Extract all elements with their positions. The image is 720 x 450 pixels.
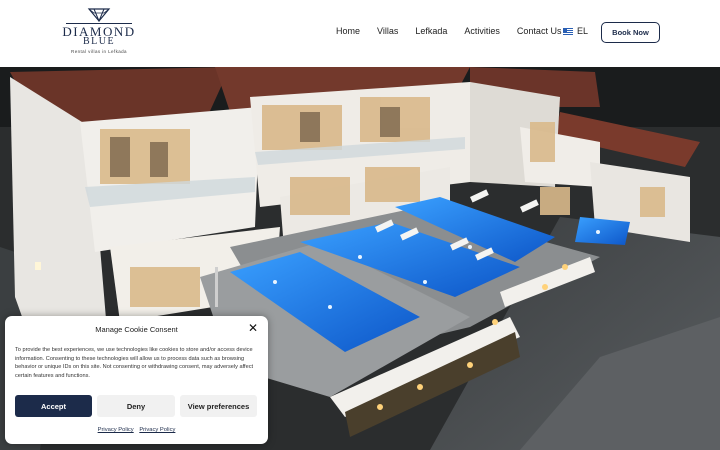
language-switcher[interactable]: EL (563, 26, 588, 36)
greek-flag-icon (563, 27, 573, 35)
privacy-policy-link[interactable]: Privacy Policy (98, 427, 134, 433)
privacy-policy-link-2[interactable]: Privacy Policy (139, 427, 175, 433)
deny-button[interactable]: Deny (97, 395, 175, 417)
cookie-links: Privacy Policy Privacy Policy (5, 427, 268, 433)
accept-button[interactable]: Accept (15, 395, 92, 417)
book-now-button[interactable]: Book Now (601, 22, 660, 43)
view-preferences-button[interactable]: View preferences (180, 395, 257, 417)
language-label: EL (577, 26, 589, 36)
nav-item-villas[interactable]: Villas (377, 26, 398, 36)
logo-tagline: Rental villas in Lefkada (71, 49, 127, 54)
cookie-consent-dialog: Manage Cookie Consent ✕ To provide the b… (5, 316, 268, 444)
nav-item-contact[interactable]: Contact Us (517, 26, 562, 36)
close-icon[interactable]: ✕ (248, 322, 258, 334)
main-nav: Home Villas Lefkada Activities Contact U… (336, 26, 578, 36)
nav-item-home[interactable]: Home (336, 26, 360, 36)
site-header: DIAMOND BLUE Rental villas in Lefkada Ho… (0, 0, 720, 67)
diamond-logo-icon (87, 8, 111, 22)
cookie-description: To provide the best experiences, we use … (15, 347, 254, 379)
cookie-title: Manage Cookie Consent (95, 325, 178, 334)
site-logo[interactable]: DIAMOND BLUE Rental villas in Lefkada (60, 8, 138, 60)
nav-item-lefkada[interactable]: Lefkada (415, 26, 447, 36)
nav-item-activities[interactable]: Activities (464, 26, 500, 36)
